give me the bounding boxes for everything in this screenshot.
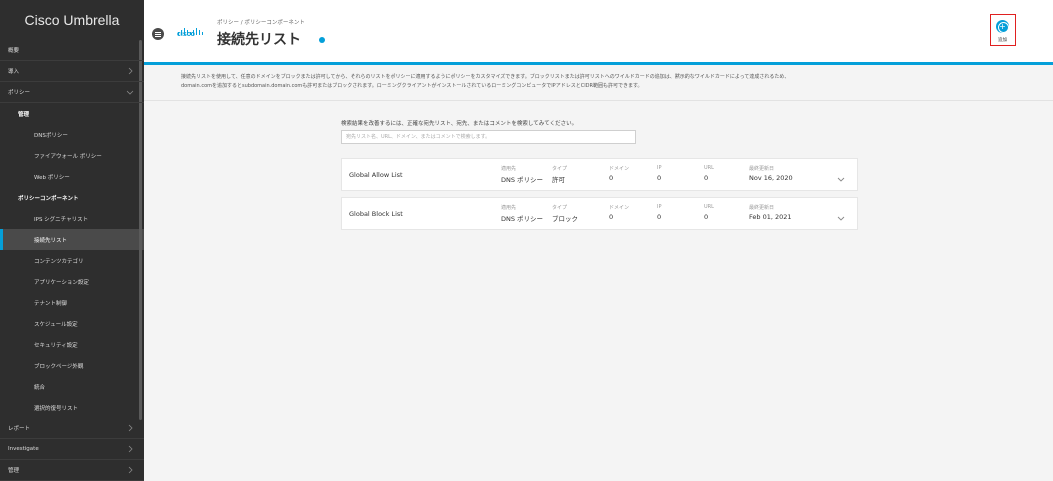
col-value: 0 — [609, 213, 614, 221]
page-title: 接続先リスト — [217, 32, 301, 48]
sidebar-item-ips-signature-lists[interactable]: IPS シグニチャリスト — [0, 208, 144, 229]
add-button[interactable]: 追加 — [990, 14, 1016, 46]
col-url: URL 0 — [704, 204, 714, 221]
col-label: 適用先 — [501, 166, 517, 172]
brand-title: Cisco Umbrella — [24, 12, 120, 28]
cisco-logo: cisco — [177, 22, 203, 42]
sidebar-item-firewall-policy[interactable]: ファイアウォール ポリシー — [0, 145, 144, 166]
col-value: DNS ポリシー — [501, 215, 544, 223]
status-dot-icon — [319, 37, 325, 43]
sidebar-item-application-settings[interactable]: アプリケーション設定 — [0, 271, 144, 292]
col-value: 0 — [704, 174, 709, 182]
chevron-down-icon[interactable] — [836, 208, 846, 221]
destination-list-card[interactable]: Global Allow List 適用先 DNS ポリシー タイプ 許可 ドメ… — [341, 158, 858, 191]
chevron-down-icon — [126, 88, 134, 96]
add-circle-icon — [996, 20, 1009, 33]
sidebar-item-label: レポート — [8, 426, 31, 432]
col-label: IP — [657, 204, 662, 210]
col-ip: IP 0 — [657, 165, 662, 182]
col-type: タイプ ブロック — [552, 204, 578, 223]
sidebar-item-scheduling[interactable]: スケジュール設定 — [0, 313, 144, 334]
col-applied-to: 適用先 DNS ポリシー — [501, 165, 543, 184]
sidebar-item-policies[interactable]: ポリシー — [0, 82, 144, 103]
info-banner: 接続先リストを使用して、任意のドメインをブロックまたは許可してから、それらのリス… — [144, 65, 1053, 101]
sidebar-item-web-policy[interactable]: Web ポリシー — [0, 166, 144, 187]
col-applied-to: 適用先 DNS ポリシー — [501, 204, 543, 223]
col-value: DNS ポリシー — [501, 176, 544, 184]
sidebar-item-content-categories[interactable]: コンテンツカテゴリ — [0, 250, 144, 271]
destination-list-card[interactable]: Global Block List 適用先 DNS ポリシー タイプ ブロック … — [341, 197, 858, 230]
sidebar-item-block-page-appearance[interactable]: ブロックページ外観 — [0, 355, 144, 376]
sidebar-item-dns-policies[interactable]: DNSポリシー — [0, 124, 144, 145]
col-label: IP — [657, 165, 662, 171]
sidebar-group-policy-components: ポリシーコンポーネント — [18, 195, 79, 202]
sidebar-item-tenant-controls[interactable]: テナント制御 — [0, 292, 144, 313]
menu-icon[interactable] — [152, 28, 164, 40]
list-name: Global Block List — [349, 210, 403, 218]
add-button-label: 追加 — [998, 38, 1007, 43]
col-value: Feb 01, 2021 — [749, 213, 792, 221]
col-value: 0 — [609, 174, 614, 182]
sidebar-item-label: ポリシー — [8, 90, 31, 96]
search-hint: 検索結果を改善するには、正確な宛先リスト、宛先、またはコメントを検索してみてくだ… — [341, 121, 578, 127]
chevron-right-icon — [126, 67, 134, 75]
sidebar-item-label: 管理 — [8, 468, 20, 474]
col-value: 0 — [657, 213, 662, 221]
chevron-right-icon — [126, 445, 134, 453]
list-name: Global Allow List — [349, 171, 403, 179]
sidebar-item-investigate[interactable]: Investigate — [0, 439, 144, 460]
col-domains: ドメイン 0 — [609, 204, 629, 221]
sidebar-item-integrations[interactable]: 統合 — [0, 376, 144, 397]
col-label: タイプ — [552, 166, 568, 172]
col-label: ドメイン — [609, 166, 630, 172]
breadcrumb: ポリシー / ポリシーコンポーネント — [217, 20, 305, 26]
col-domains: ドメイン 0 — [609, 165, 629, 182]
sidebar-item-label: Investigate — [8, 446, 39, 452]
chevron-down-icon[interactable] — [836, 169, 846, 182]
main-content: 検索結果を改善するには、正確な宛先リスト、宛先、またはコメントを検索してみてくだ… — [144, 101, 1053, 481]
chevron-right-icon — [126, 466, 134, 474]
cisco-wordmark: cisco — [177, 31, 195, 38]
col-label: URL — [704, 165, 714, 171]
col-value: 許可 — [552, 176, 565, 184]
sidebar: Cisco Umbrella 概要 導入 ポリシー 管理 DNSポリシー ファイ… — [0, 0, 144, 481]
col-last-modified: 最終更新日 Nov 16, 2020 — [749, 165, 793, 182]
sidebar-item-destination-lists[interactable]: 接続先リスト — [0, 229, 144, 250]
banner-text-line-2: domain.comを追加するとsubdomain.domain.comも許可ま… — [181, 82, 643, 89]
col-value: ブロック — [552, 215, 578, 223]
col-label: 最終更新日 — [749, 205, 775, 211]
sidebar-group-management: 管理 — [18, 111, 30, 118]
col-value: Nov 16, 2020 — [749, 174, 793, 182]
banner-text-line-1: 接続先リストを使用して、任意のドメインをブロックまたは許可してから、それらのリス… — [181, 74, 790, 80]
col-label: 最終更新日 — [749, 166, 775, 172]
sidebar-item-security-settings[interactable]: セキュリティ設定 — [0, 334, 144, 355]
col-ip: IP 0 — [657, 204, 662, 221]
sidebar-item-selective-decryption-lists[interactable]: 選択的復号リスト — [0, 397, 144, 418]
sidebar-item-label: 導入 — [8, 69, 20, 75]
col-label: URL — [704, 204, 714, 210]
col-label: ドメイン — [609, 205, 630, 211]
col-label: タイプ — [552, 205, 568, 211]
search-input[interactable] — [341, 130, 636, 144]
col-value: 0 — [704, 213, 709, 221]
col-label: 適用先 — [501, 205, 517, 211]
col-value: 0 — [657, 174, 662, 182]
sidebar-item-admin[interactable]: 管理 — [0, 460, 144, 481]
col-last-modified: 最終更新日 Feb 01, 2021 — [749, 204, 792, 221]
chevron-right-icon — [126, 424, 134, 432]
sidebar-item-deployments[interactable]: 導入 — [0, 61, 144, 82]
col-type: タイプ 許可 — [552, 165, 567, 184]
page-header: cisco ポリシー / ポリシーコンポーネント 接続先リスト 追加 — [144, 0, 1053, 62]
sidebar-item-reporting[interactable]: レポート — [0, 418, 144, 439]
sidebar-item-label: 概要 — [8, 48, 20, 54]
col-url: URL 0 — [704, 165, 714, 182]
sidebar-item-overview[interactable]: 概要 — [0, 40, 144, 61]
